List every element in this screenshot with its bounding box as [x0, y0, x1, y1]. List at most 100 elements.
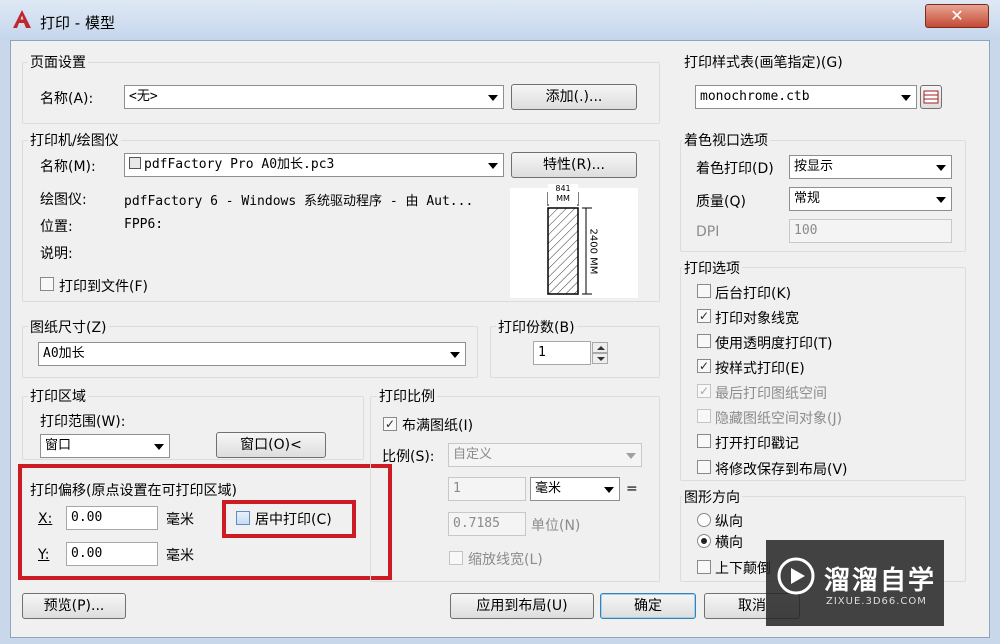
upside-down-checkbox[interactable] — [697, 560, 711, 574]
landscape-label: 横向 — [715, 535, 743, 551]
upside-down-label: 上下颠倒 — [715, 561, 771, 577]
portrait-label: 纵向 — [715, 514, 743, 530]
plotter-name-value: pdfFactory Pro A0加长.pc3 — [144, 157, 335, 172]
shaded-viewport-title: 着色视口选项 — [682, 130, 770, 150]
dpi-input[interactable]: 100 — [789, 219, 952, 243]
paper-size-select[interactable]: A0加长 — [38, 342, 466, 366]
plotter-value: pdfFactory 6 - Windows 系统驱动程序 - 由 Aut... — [124, 194, 474, 209]
chevron-down-icon — [488, 163, 498, 169]
center-plot-checkbox[interactable] — [236, 511, 250, 525]
plot-style-table-select[interactable]: monochrome.ctb — [695, 85, 917, 109]
copies-spin-up[interactable] — [592, 342, 608, 353]
orientation-title: 图形方向 — [682, 487, 742, 507]
fit-to-paper-label: 布满图纸(I) — [402, 418, 474, 434]
paper-size-title: 图纸尺寸(Z) — [28, 317, 109, 337]
plot-stamp-checkbox[interactable] — [697, 434, 711, 448]
page-setup-name-label: 名称(A): — [40, 91, 94, 107]
plot-with-styles-label: 按样式打印(E) — [715, 361, 805, 377]
shade-plot-select[interactable]: 按显示 — [789, 155, 952, 179]
plot-options-title: 打印选项 — [682, 258, 742, 278]
window-pick-button[interactable]: 窗口(O)< — [216, 432, 326, 458]
fit-to-paper-checkbox[interactable] — [383, 417, 397, 431]
scale-label: 比例(S): — [382, 449, 435, 465]
plot-scale-title: 打印比例 — [377, 386, 437, 406]
plot-range-select[interactable]: 窗口 — [40, 434, 170, 458]
preview-width-label: 841 MM — [548, 184, 578, 204]
chevron-down-icon — [936, 165, 946, 171]
offset-y-label: Y: — [38, 547, 50, 563]
plotter-properties-button[interactable]: 特性(R)... — [511, 152, 637, 178]
save-to-layout-checkbox[interactable] — [697, 460, 711, 474]
plotter-label: 绘图仪: — [40, 192, 87, 208]
offset-y-unit: 毫米 — [166, 548, 194, 564]
offset-x-input[interactable]: 0.00 — [66, 506, 158, 530]
plot-offset-title: 打印偏移(原点设置在可打印区域) — [30, 483, 237, 499]
scale-unit-select[interactable]: 毫米 — [530, 477, 620, 501]
chevron-down-icon — [450, 352, 460, 358]
landscape-radio[interactable] — [697, 534, 711, 548]
hide-paperspace-checkbox[interactable] — [697, 409, 711, 423]
copies-input[interactable]: 1 — [533, 341, 591, 365]
title-bar — [0, 0, 1000, 40]
watermark-name: 溜溜自学 — [824, 566, 937, 596]
close-button[interactable]: ✕ — [925, 4, 989, 28]
plot-with-styles-checkbox[interactable] — [697, 359, 711, 373]
arrow-down-icon — [597, 357, 605, 361]
scale-value1-input[interactable]: 1 — [448, 477, 526, 501]
copies-title: 打印份数(B) — [496, 317, 577, 337]
shade-plot-value: 按显示 — [794, 159, 834, 174]
plot-lineweights-checkbox[interactable] — [697, 309, 711, 323]
printer-icon — [129, 157, 141, 169]
plotter-where-value: FPP6: — [124, 217, 164, 232]
quality-value: 常规 — [794, 191, 821, 206]
paperspace-last-label: 最后打印图纸空间 — [715, 386, 827, 402]
shade-plot-label: 着色打印(D) — [696, 161, 774, 177]
plot-transparency-checkbox[interactable] — [697, 334, 711, 348]
plot-to-file-label: 打印到文件(F) — [59, 279, 148, 295]
quality-select[interactable]: 常规 — [789, 187, 952, 211]
scale-value2-input[interactable]: 0.7185 — [448, 512, 526, 536]
paperspace-last-checkbox[interactable] — [697, 384, 711, 398]
scale-select[interactable]: 自定义 — [448, 443, 642, 467]
ok-button[interactable]: 确定 — [600, 593, 696, 619]
watermark-overlay: 溜溜自学 ZIXUE.3D66.COM — [766, 540, 944, 626]
chevron-down-icon — [154, 444, 164, 450]
chevron-down-icon — [604, 487, 614, 493]
autocad-logo-icon — [12, 9, 32, 29]
plot-to-file-checkbox[interactable] — [40, 277, 54, 291]
scale-value: 自定义 — [453, 447, 493, 462]
save-to-layout-label: 将修改保存到布局(V) — [715, 462, 848, 478]
play-logo-icon — [777, 557, 815, 595]
scale-equals: = — [626, 481, 638, 497]
offset-y-input[interactable]: 0.00 — [66, 542, 158, 566]
plotter-name-label: 名称(M): — [40, 159, 96, 175]
edit-plot-style-button[interactable] — [920, 85, 942, 109]
page-setup-name-value: <无> — [129, 89, 158, 104]
scale-unit-value: 毫米 — [535, 481, 562, 496]
scale-lineweights-checkbox[interactable] — [449, 551, 463, 565]
paper-preview: 841 MM 2400 MM — [510, 184, 638, 298]
plotter-where-label: 位置: — [40, 219, 73, 235]
paper-size-value: A0加长 — [43, 346, 85, 361]
scale-lineweights-label: 缩放线宽(L) — [468, 552, 543, 568]
hide-paperspace-label: 隐藏图纸空间对象(J) — [715, 411, 843, 427]
page-setup-name-select[interactable]: <无> — [124, 85, 504, 109]
copies-spin-down[interactable] — [592, 353, 608, 364]
background-plot-checkbox[interactable] — [697, 284, 711, 298]
chevron-down-icon — [488, 95, 498, 101]
portrait-radio[interactable] — [697, 513, 711, 527]
arrow-up-icon — [597, 346, 605, 350]
apply-to-layout-button[interactable]: 应用到布局(U) — [450, 593, 594, 619]
center-plot-label: 居中打印(C) — [255, 512, 332, 528]
watermark-url: ZIXUE.3D66.COM — [826, 596, 927, 607]
preview-height-label: 2400 MM — [587, 228, 599, 275]
plotter-name-select[interactable]: pdfFactory Pro A0加长.pc3 — [124, 153, 504, 177]
add-page-setup-button[interactable]: 添加(.)... — [511, 84, 637, 110]
chevron-down-icon — [901, 95, 911, 101]
preview-button[interactable]: 预览(P)... — [22, 593, 126, 619]
page-setup-title: 页面设置 — [28, 52, 88, 72]
plot-lineweights-label: 打印对象线宽 — [715, 311, 799, 327]
background-plot-label: 后台打印(K) — [715, 286, 792, 302]
scale-unit2-label: 单位(N) — [531, 518, 581, 534]
plotter-desc-label: 说明: — [40, 246, 73, 262]
